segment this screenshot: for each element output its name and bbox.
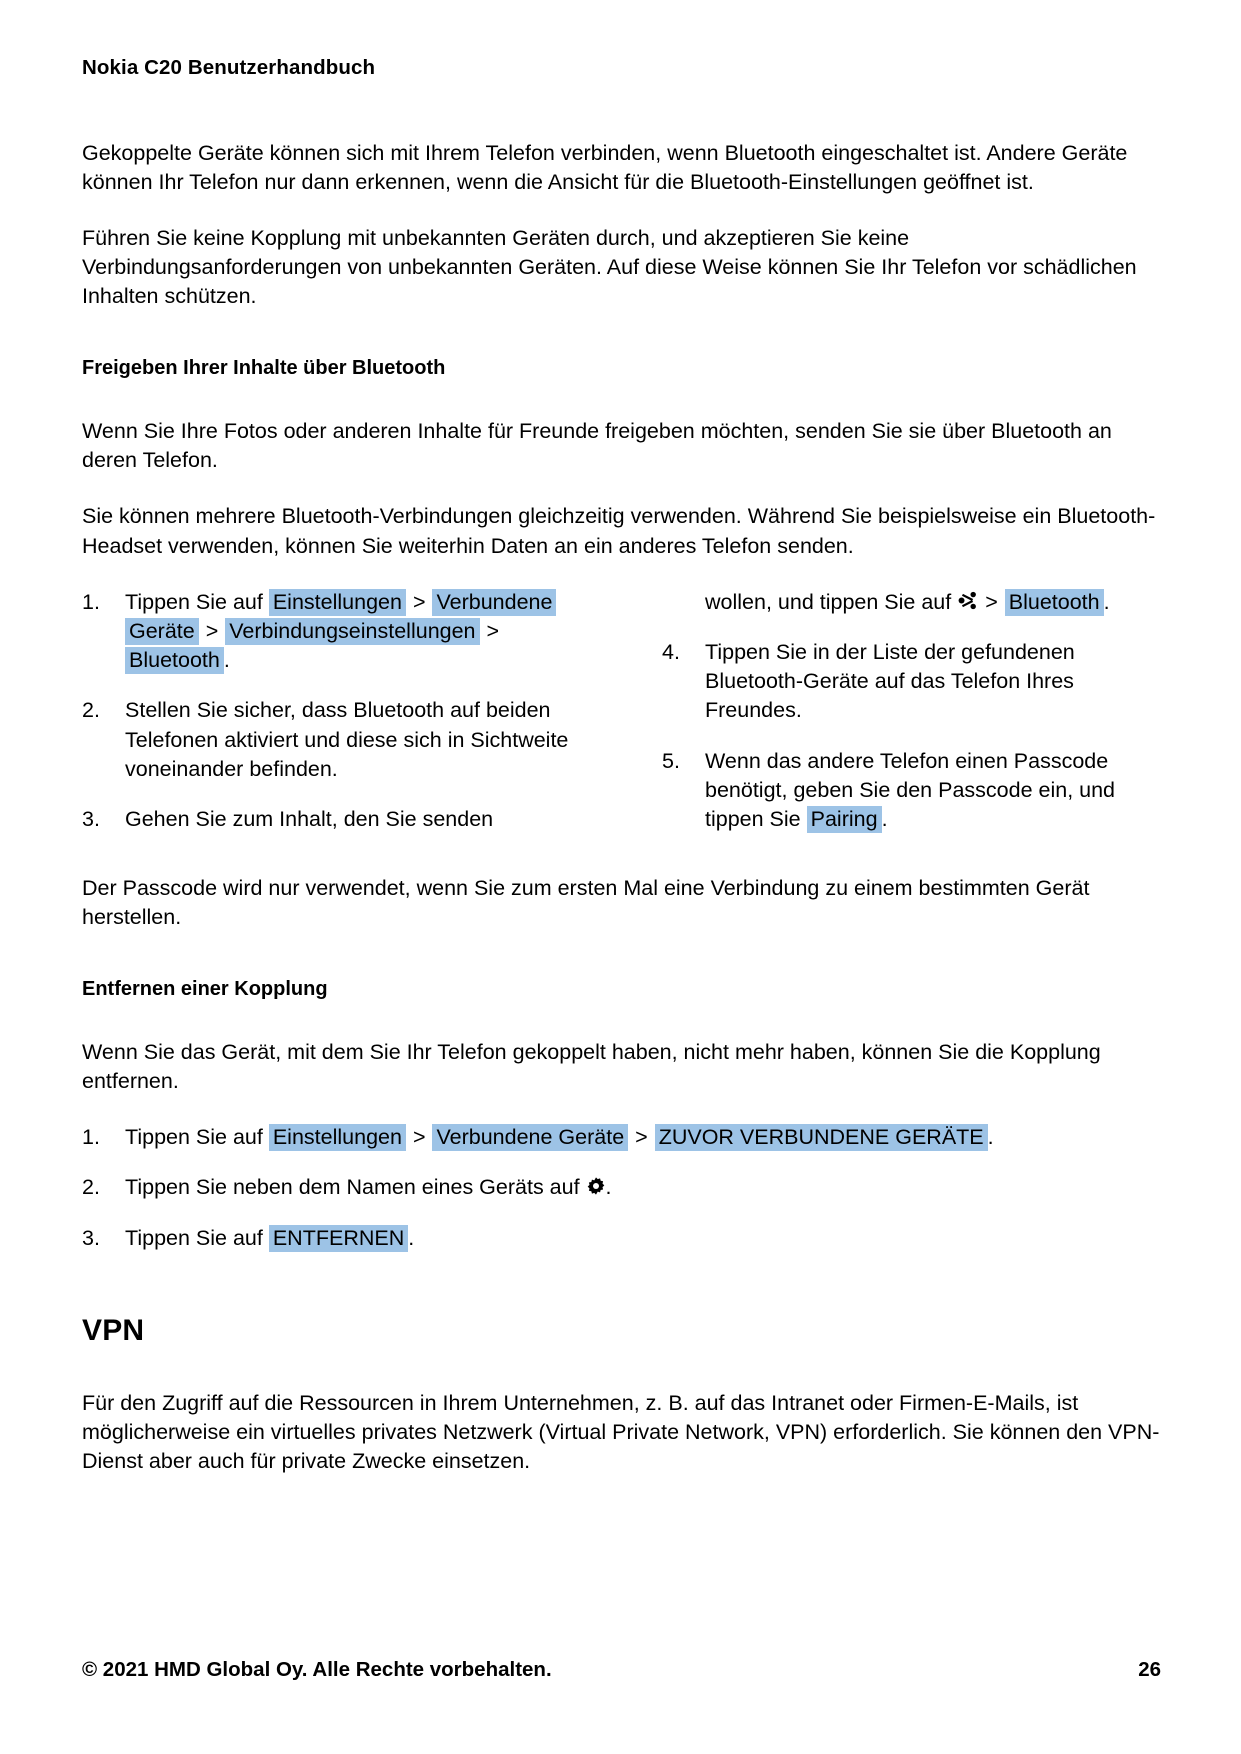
share-paragraph-1: Wenn Sie Ihre Fotos oder anderen Inhalte… [82,419,1112,473]
step-number: 3. [82,1225,100,1250]
list-item-step-5: 5. Wenn das andere Telefon einen Passcode… [662,747,1162,835]
gear-icon[interactable] [586,1176,606,1196]
intro-paragraph-2: Führen Sie keine Kopplung mit unbekannte… [82,225,1137,309]
path-separator: > [205,618,219,643]
step-3-end: . [1103,589,1110,614]
ui-chip-einstellungen[interactable]: Einstellungen [268,588,406,616]
list-item-step-3: 3. Gehen Sie zum Inhalt, den Sie senden [82,805,582,834]
unpair-paragraph-1: Wenn Sie das Gerät, mit dem Sie Ihr Tele… [82,1039,1101,1094]
list-item-unpair-step-2: 2. Tippen Sie neben dem Namen eines Gerät… [82,1173,1161,1202]
step-5-lead: Wenn das andere Telefon einen Passcode b… [705,748,1116,832]
share-steps-list-left: 1. Tippen Sie auf Einstellungen > Verbund… [82,588,582,835]
passcode-note: Der Passcode wird nur verwendet, wenn Si… [82,875,1090,929]
path-separator: > [635,1125,648,1150]
share-steps-left-column: 1. Tippen Sie auf Einstellungen > Verbund… [82,588,582,835]
ui-chip-entfernen[interactable]: ENTFERNEN [268,1224,409,1252]
step-1-end: . [223,648,230,673]
step-number: 5. [662,748,680,773]
heading-vpn: VPN [82,1313,145,1347]
unpair-steps-list: 1. Tippen Sie auf Einstellungen > Verbund… [82,1123,1161,1253]
step-5-end: . [881,807,888,832]
ui-chip-einstellungen[interactable]: Einstellungen [268,1124,406,1152]
step-3-text-start: Gehen Sie zum Inhalt, den Sie senden [125,807,494,832]
footer-page-number: 26 [1138,1658,1161,1681]
step-number: 1. [82,589,100,614]
unpair-step-1-lead: Tippen Sie auf [125,1125,263,1150]
step-number: 1. [82,1125,100,1150]
step-number: 3. [82,807,100,832]
step-2-text: Stellen Sie sicher, dass Bluetooth auf b… [125,698,569,781]
vpn-paragraph-1: Für den Zugriff auf die Ressourcen in Ih… [82,1390,1160,1474]
document-footer: © 2021 HMD Global Oy. Alle Rechte vorbeh… [82,1658,1161,1682]
unpair-step-3-end: . [408,1225,415,1250]
list-item-unpair-step-3: 3. Tippen Sie auf ENTFERNEN. [82,1224,1161,1253]
list-item-unpair-step-1: 1. Tippen Sie auf Einstellungen > Verbund… [82,1123,1161,1152]
step-number: 2. [82,698,100,723]
ui-chip-verbundene-geraete[interactable]: Verbundene Geräte [432,1124,629,1152]
share-icon[interactable] [957,590,978,611]
path-separator: > [985,589,998,614]
share-steps-list-right: 4. Tippen Sie in der Liste der gefundenen… [662,638,1162,834]
ui-chip-pairing[interactable]: Pairing [806,806,882,834]
heading-remove-pairing: Entfernen einer Kopplung [82,977,328,1000]
step-3-continuation: wollen, und tippen Sie auf > Bluetooth. [662,588,1162,617]
list-item-step-2: 2. Stellen Sie sicher, dass Bluetooth auf… [82,696,582,784]
unpair-step-3-lead: Tippen Sie auf [125,1225,263,1250]
ui-chip-bluetooth[interactable]: Bluetooth [125,647,224,675]
list-item-step-1: 1. Tippen Sie auf Einstellungen > Verbund… [82,588,582,676]
unpair-step-2-end: . [605,1175,612,1200]
share-steps-right-column: wollen, und tippen Sie auf > Bluetooth. … [662,588,1162,835]
path-separator: > [486,618,500,643]
step-number: 2. [82,1175,100,1200]
step-4-text: Tippen Sie in der Liste der gefundenen B… [705,639,1075,723]
document-page: Nokia C20 Benutzerhandbuch Gekoppelte Ge… [0,0,1241,1754]
ui-chip-verbindungseinstellungen[interactable]: Verbindungseinstellungen [225,617,480,645]
unpair-step-1-end: . [987,1125,994,1150]
heading-share-content: Freigeben Ihrer Inhalte über Bluetooth [82,357,446,380]
running-header: Nokia C20 Benutzerhandbuch [82,56,376,79]
path-separator: > [412,589,426,614]
step-3-text-cont: wollen, und tippen Sie auf [705,589,952,614]
step-1-lead: Tippen Sie auf [125,589,263,614]
path-separator: > [412,1125,426,1150]
ui-chip-bluetooth[interactable]: Bluetooth [1004,588,1104,616]
ui-chip-zuvor-verbundene-geraete[interactable]: ZUVOR VERBUNDENE GERÄTE [654,1124,988,1152]
share-steps-block: 1. Tippen Sie auf Einstellungen > Verbund… [82,588,1162,838]
footer-copyright: © 2021 HMD Global Oy. Alle Rechte vorbeh… [82,1658,552,1681]
unpair-step-2-lead: Tippen Sie neben dem Namen eines Geräts … [125,1175,580,1200]
intro-paragraph-1: Gekoppelte Geräte können sich mit Ihrem … [82,140,1128,194]
share-paragraph-2: Sie können mehrere Bluetooth-Verbindunge… [82,504,1156,558]
list-item-step-4: 4. Tippen Sie in der Liste der gefundenen… [662,638,1162,726]
step-number: 4. [662,639,680,664]
